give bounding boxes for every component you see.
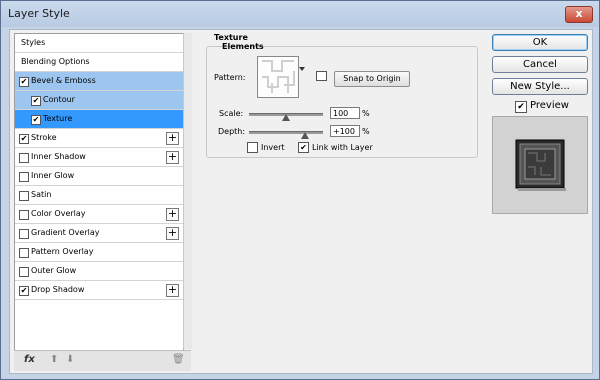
fx-icon[interactable]: fx [24,354,35,365]
scale-unit: % [362,109,370,118]
layer-style-window: Layer Style x Styles Blending Options ✔ Bev… [0,0,600,380]
list-scrollbar[interactable] [183,33,192,349]
style-list-item[interactable]: Pattern Overlay [15,243,183,262]
add-instance-icon[interactable]: + [166,151,179,164]
window-title: Layer Style [8,7,70,20]
style-list-label: Stroke [31,133,57,142]
new-style-button[interactable]: New Style... [492,78,588,95]
style-list-item[interactable]: Blending Options [15,53,183,72]
cancel-button[interactable]: Cancel [492,56,588,73]
style-checkbox[interactable] [19,172,29,182]
style-list-item[interactable]: Inner Shadow + [15,148,183,167]
texture-panel: Texture Elements Pattern: Snap to Origin… [198,33,488,369]
group-subtitle: Elements [222,42,264,51]
style-checkbox[interactable]: ✔ [19,77,29,87]
style-checkbox[interactable] [19,229,29,239]
style-list-label: Contour [43,95,75,104]
pattern-dropdown-icon[interactable] [299,67,305,71]
style-checkbox[interactable] [19,153,29,163]
styles-list: Styles Blending Options ✔ Bevel & Emboss ✔ Co… [14,33,184,351]
style-checkbox[interactable] [19,248,29,258]
scale-input[interactable]: 100 [330,107,360,119]
style-checkbox[interactable] [19,191,29,201]
move-down-icon[interactable]: ⬇ [66,354,74,365]
style-list-item[interactable]: Satin [15,186,183,205]
style-preview-thumbnail-icon [515,139,566,191]
link-with-layer-checkbox[interactable]: ✔ [298,142,309,153]
preview-checkbox[interactable]: ✔ [515,101,527,113]
style-list-label: Styles [21,38,46,47]
style-list-label: Drop Shadow [31,285,85,294]
ok-button[interactable]: OK [492,34,588,51]
check-icon: ✔ [32,115,40,124]
link-check-icon: ✔ [300,143,307,152]
invert-label: Invert [261,143,285,152]
link-with-layer-label: Link with Layer [312,143,373,152]
style-checkbox[interactable]: ✔ [31,115,41,125]
scale-slider-thumb[interactable] [282,114,290,121]
title-bar: Layer Style x [1,1,599,27]
depth-label: Depth: [218,127,246,136]
depth-slider[interactable] [249,131,323,134]
style-list-item[interactable]: ✔ Drop Shadow + [15,281,183,300]
snap-to-origin-button[interactable]: Snap to Origin [334,71,410,87]
style-checkbox[interactable] [19,210,29,220]
style-list-item[interactable]: Outer Glow [15,262,183,281]
close-button[interactable]: x [565,6,593,23]
style-preview [492,116,588,214]
new-preset-icon[interactable] [316,71,327,81]
style-list-label: Gradient Overlay [31,228,100,237]
style-list-label: Color Overlay [31,209,86,218]
style-list-item[interactable]: ✔ Bevel & Emboss [15,72,183,91]
scale-label: Scale: [219,109,244,118]
preview-label: Preview [530,100,569,111]
check-icon: ✔ [20,286,28,295]
pattern-label: Pattern: [214,73,246,82]
style-list-label: Bevel & Emboss [31,76,96,85]
preview-check-icon: ✔ [517,102,525,112]
style-list-item[interactable]: Styles [15,34,183,53]
style-list-label: Satin [31,190,52,199]
style-checkbox[interactable]: ✔ [31,96,41,106]
style-list-item[interactable]: ✔ Texture [15,110,183,129]
style-list-item[interactable]: Inner Glow [15,167,183,186]
check-icon: ✔ [20,77,28,86]
style-list-item[interactable]: Color Overlay + [15,205,183,224]
style-list-label: Blending Options [21,57,90,66]
add-instance-icon[interactable]: + [166,227,179,240]
style-checkbox[interactable]: ✔ [19,286,29,296]
dialog-client: Styles Blending Options ✔ Bevel & Emboss ✔ Co… [9,29,593,374]
pattern-swatch[interactable] [257,56,299,98]
style-list-label: Texture [43,114,73,123]
trash-icon[interactable]: 🗑 [172,354,185,365]
style-list-item[interactable]: ✔ Stroke + [15,129,183,148]
depth-unit: % [362,127,370,136]
style-list-item[interactable]: Gradient Overlay + [15,224,183,243]
pattern-preview-icon [258,57,298,97]
check-icon: ✔ [32,96,40,105]
style-list-label: Inner Glow [31,171,75,180]
check-icon: ✔ [20,134,28,143]
add-instance-icon[interactable]: + [166,208,179,221]
add-instance-icon[interactable]: + [166,132,179,145]
style-list-item[interactable]: ✔ Contour [15,91,183,110]
list-footer: fx ⬆ ⬇ 🗑 [14,350,191,371]
invert-checkbox[interactable] [247,142,258,153]
move-up-icon[interactable]: ⬆ [50,354,58,365]
depth-input[interactable]: +100 [330,125,360,137]
style-checkbox[interactable] [19,267,29,277]
style-list-label: Pattern Overlay [31,247,94,256]
style-list-label: Inner Shadow [31,152,86,161]
add-instance-icon[interactable]: + [166,284,179,297]
group-title: Texture [214,33,248,42]
depth-slider-thumb[interactable] [300,132,309,139]
style-checkbox[interactable]: ✔ [19,134,29,144]
style-list-label: Outer Glow [31,266,77,275]
